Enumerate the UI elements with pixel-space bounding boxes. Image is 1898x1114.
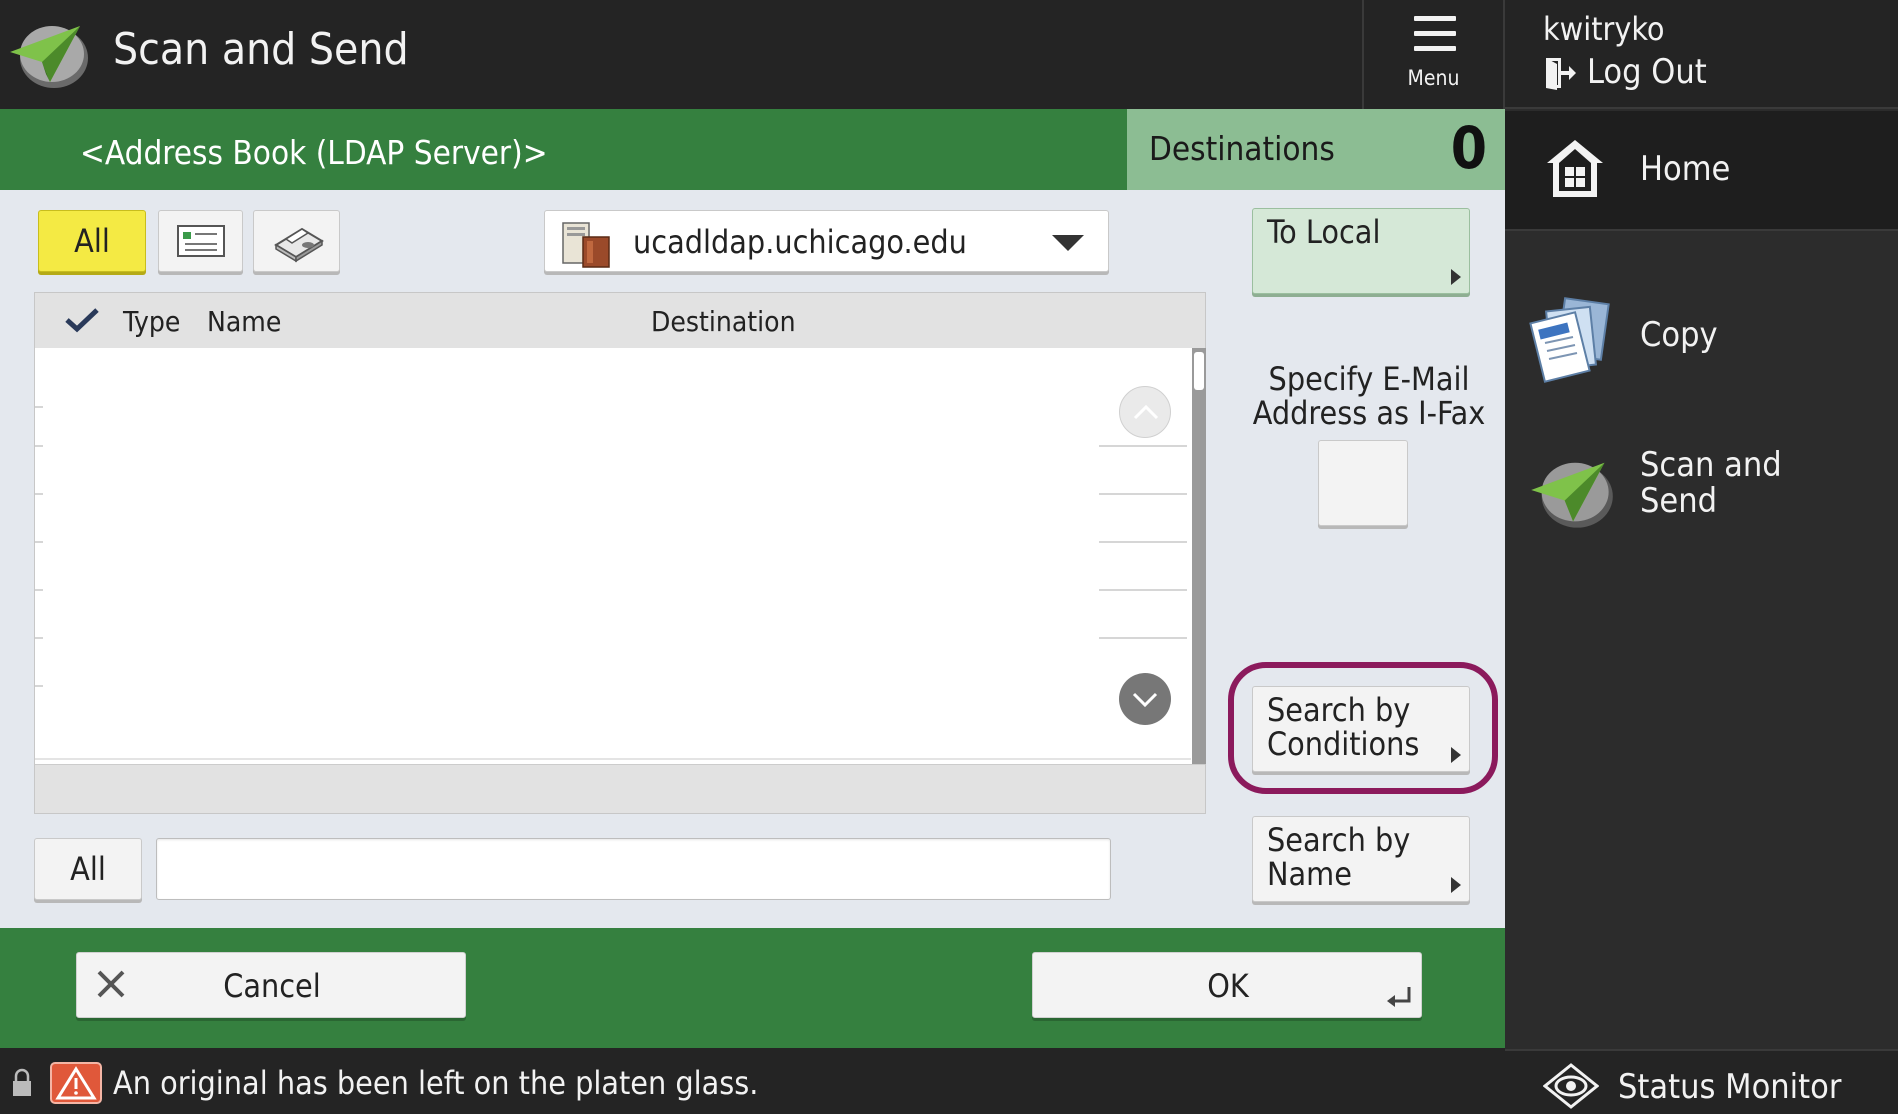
search-by-conditions-label: Search by Conditions (1267, 691, 1420, 763)
row-divider (35, 637, 43, 639)
row-divider (1099, 493, 1187, 495)
arrow-right-icon (1451, 269, 1461, 285)
row-divider (35, 589, 43, 591)
home-icon (1547, 140, 1603, 197)
fax-icon (274, 227, 324, 263)
search-input[interactable] (156, 838, 1111, 900)
dropdown-arrow-icon (1052, 235, 1084, 251)
column-header-type[interactable]: Type (123, 305, 180, 338)
scan-send-app-icon (10, 26, 88, 88)
copy-app-button[interactable]: Copy (1505, 285, 1898, 395)
destinations-counter: Destinations 0 (1127, 109, 1505, 190)
ldap-server-value: ucadldap.uchicago.edu (633, 223, 967, 261)
side-panel: kwitryko Log Out Home Copy Scan and Send… (1505, 0, 1898, 1114)
filter-fax-button[interactable] (253, 210, 340, 272)
app-title: Scan and Send (113, 24, 409, 75)
list-footer (35, 764, 1205, 813)
status-monitor-button[interactable]: Status Monitor (1505, 1049, 1898, 1114)
cancel-button[interactable]: Cancel (76, 952, 466, 1018)
row-divider (35, 406, 43, 408)
arrow-right-icon (1451, 877, 1461, 893)
destinations-label: Destinations (1149, 129, 1335, 168)
home-button[interactable]: Home (1505, 111, 1898, 231)
home-label: Home (1640, 149, 1731, 189)
filter-email-button[interactable] (158, 210, 243, 272)
filter-all-button[interactable]: All (38, 210, 146, 272)
ok-label: OK (1207, 967, 1249, 1005)
scan-send-icon (1531, 462, 1613, 528)
scan-send-app-button[interactable]: Scan and Send (1505, 435, 1898, 545)
logout-button[interactable]: Log Out (1543, 52, 1743, 96)
row-divider (1099, 637, 1187, 639)
list-scrollbar[interactable] (1192, 348, 1206, 764)
search-by-conditions-button[interactable]: Search by Conditions (1252, 686, 1470, 772)
ifax-option-label: Specify E-Mail Address as I-Fax (1252, 360, 1486, 432)
row-divider (35, 685, 43, 687)
status-message: An original has been left on the platen … (113, 1064, 759, 1102)
address-book-panel: All ucadldap.uchicago.edu Type Name Dest… (0, 190, 1505, 928)
email-card-icon (177, 225, 225, 257)
row-divider (35, 445, 43, 447)
copy-label: Copy (1640, 315, 1718, 355)
lock-icon (13, 1068, 31, 1096)
search-by-name-button[interactable]: Search by Name (1252, 816, 1470, 902)
menu-button[interactable]: Menu (1362, 0, 1505, 109)
search-scope-button[interactable]: All (34, 838, 142, 900)
chevron-up-icon (1133, 404, 1159, 420)
action-bar: Cancel OK (0, 928, 1505, 1048)
row-divider (35, 541, 43, 543)
select-all-check-icon[interactable] (65, 307, 99, 333)
destination-list: Type Name Destination (34, 292, 1206, 814)
scan-send-label: Scan and Send (1640, 445, 1782, 521)
list-header: Type Name Destination (35, 293, 1205, 348)
top-header: Scan and Send Menu (0, 0, 1505, 109)
scrollbar-thumb[interactable] (1194, 352, 1204, 390)
row-divider (1099, 445, 1187, 447)
address-book-title-bar: <Address Book (LDAP Server)> (0, 109, 1127, 190)
arrow-right-icon (1451, 747, 1461, 763)
address-book-title: <Address Book (LDAP Server)> (80, 133, 548, 172)
status-monitor-eye-icon (1543, 1063, 1599, 1109)
chevron-down-icon (1132, 692, 1158, 708)
search-by-name-label: Search by Name (1267, 821, 1411, 893)
warning-icon[interactable] (50, 1062, 102, 1104)
hamburger-menu-icon (1414, 16, 1456, 52)
scroll-down-button[interactable] (1119, 673, 1171, 725)
ok-button[interactable]: OK (1032, 952, 1422, 1018)
list-body (35, 348, 1207, 764)
ldap-server-select[interactable]: ucadldap.uchicago.edu (544, 210, 1109, 272)
cancel-label: Cancel (223, 967, 321, 1005)
copy-icon (1529, 297, 1610, 383)
to-local-label: To Local (1267, 213, 1381, 251)
status-monitor-label: Status Monitor (1618, 1067, 1842, 1107)
column-header-name[interactable]: Name (207, 305, 281, 338)
status-bar: An original has been left on the platen … (0, 1048, 1505, 1114)
row-divider (1099, 541, 1187, 543)
enter-arrow-icon (1387, 987, 1411, 1007)
user-box: kwitryko Log Out (1505, 0, 1898, 109)
ldap-server-icon (562, 222, 610, 268)
username: kwitryko (1543, 10, 1665, 48)
menu-label: Menu (1407, 66, 1460, 90)
ifax-toggle-button[interactable] (1318, 440, 1408, 526)
row-divider (1099, 589, 1187, 591)
row-divider (35, 493, 43, 495)
to-local-button[interactable]: To Local (1252, 208, 1470, 294)
scroll-up-button[interactable] (1119, 386, 1171, 438)
destinations-count: 0 (1450, 114, 1487, 182)
logout-icon (1546, 58, 1576, 90)
logout-label: Log Out (1587, 52, 1707, 92)
column-header-destination[interactable]: Destination (651, 305, 796, 338)
row-divider (35, 758, 1191, 760)
